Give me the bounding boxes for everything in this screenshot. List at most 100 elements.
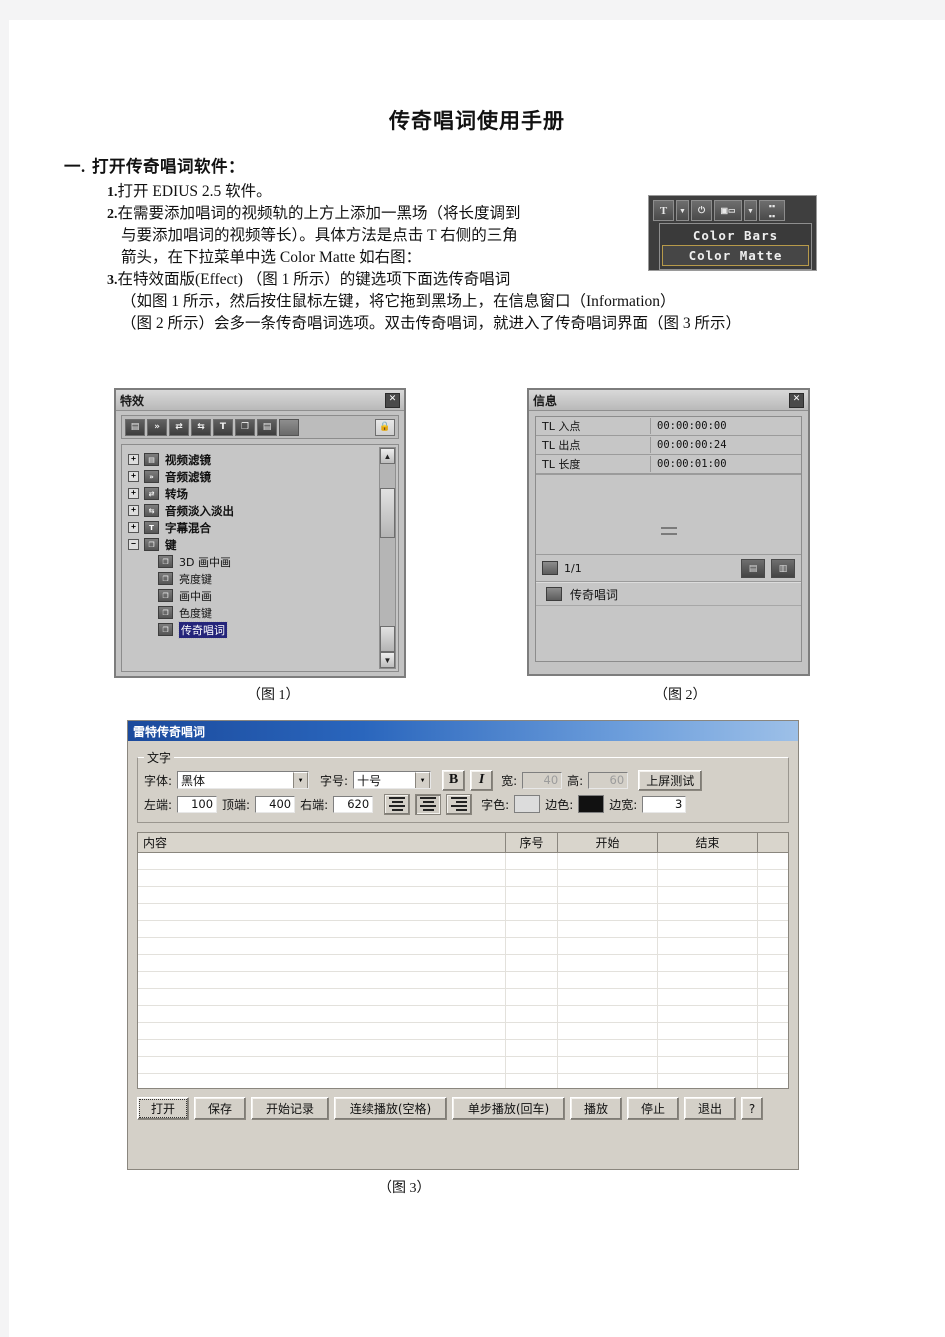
table-cell[interactable]: [506, 989, 558, 1005]
table-cell[interactable]: [558, 1074, 658, 1088]
splitter-handle[interactable]: [660, 527, 677, 535]
table-cell[interactable]: [558, 972, 658, 988]
open-button[interactable]: 打开: [137, 1097, 189, 1120]
table-cell[interactable]: [758, 1023, 788, 1039]
stop-button[interactable]: 停止: [627, 1097, 679, 1120]
scrollbar-thumb-2[interactable]: [380, 626, 395, 652]
table-cell[interactable]: [758, 972, 788, 988]
table-cell[interactable]: [558, 1057, 658, 1073]
table-cell[interactable]: [506, 904, 558, 920]
table-cell[interactable]: [758, 1074, 788, 1088]
table-cell[interactable]: [658, 938, 758, 954]
clip-icon[interactable]: ▤: [257, 418, 277, 436]
transition-icon[interactable]: ⇄: [169, 418, 189, 436]
table-cell[interactable]: [138, 1057, 506, 1073]
table-cell[interactable]: [506, 1006, 558, 1022]
audio-crossfade-icon[interactable]: ⇆: [191, 418, 211, 436]
close-icon[interactable]: ✕: [385, 392, 400, 408]
column-header-content[interactable]: 内容: [138, 833, 506, 852]
table-cell[interactable]: [558, 1023, 658, 1039]
table-row[interactable]: [138, 972, 788, 989]
chevron-down-icon[interactable]: ▼: [293, 772, 309, 788]
lock-icon[interactable]: 🔒: [375, 418, 395, 436]
effect-tree-scrollbar[interactable]: ▲ ▼: [379, 447, 396, 669]
table-cell[interactable]: [138, 887, 506, 903]
mic-icon[interactable]: ⏻: [691, 200, 712, 221]
table-cell[interactable]: [658, 853, 758, 869]
expander-icon[interactable]: +: [128, 488, 139, 499]
edge-width-field[interactable]: 3: [642, 795, 687, 813]
table-cell[interactable]: [138, 972, 506, 988]
tree-node-audio-fade[interactable]: + ⇆ 音频淡入淡出: [128, 502, 398, 519]
table-cell[interactable]: [506, 1023, 558, 1039]
table-cell[interactable]: [758, 989, 788, 1005]
table-cell[interactable]: [558, 904, 658, 920]
table-cell[interactable]: [138, 989, 506, 1005]
italic-button[interactable]: I: [470, 769, 494, 791]
table-cell[interactable]: [658, 904, 758, 920]
column-header-extra[interactable]: [758, 833, 788, 852]
chevron-down-icon[interactable]: ▼: [415, 772, 431, 788]
table-cell[interactable]: [658, 870, 758, 886]
table-cell[interactable]: [658, 1040, 758, 1056]
table-cell[interactable]: [758, 870, 788, 886]
table-cell[interactable]: [138, 1023, 506, 1039]
help-button[interactable]: ?: [741, 1097, 763, 1120]
lyrics-table[interactable]: 内容 序号 开始 结束: [137, 832, 789, 1089]
table-cell[interactable]: [758, 1057, 788, 1073]
continuous-play-button[interactable]: 连续播放(空格): [334, 1097, 447, 1120]
column-header-end[interactable]: 结束: [658, 833, 758, 852]
tree-node-3d-pip[interactable]: ❐ 3D 画中画: [128, 553, 398, 570]
color-dropdown-menu[interactable]: Color Bars Color Matte: [659, 223, 812, 270]
table-cell[interactable]: [558, 1040, 658, 1056]
table-row[interactable]: [138, 887, 788, 904]
table-cell[interactable]: [506, 853, 558, 869]
grid-icon[interactable]: ▪▪ ▪▪: [759, 200, 785, 221]
table-cell[interactable]: [758, 853, 788, 869]
column-header-start[interactable]: 开始: [558, 833, 658, 852]
left-field[interactable]: 100: [177, 795, 218, 813]
table-cell[interactable]: [658, 972, 758, 988]
table-cell[interactable]: [506, 887, 558, 903]
menu-item-color-bars[interactable]: Color Bars: [660, 226, 811, 245]
tree-node-video-filter[interactable]: + ▤ 视频滤镜: [128, 451, 398, 468]
table-cell[interactable]: [658, 1023, 758, 1039]
scroll-down-icon[interactable]: ▼: [380, 652, 395, 668]
size-select[interactable]: 十号 ▼: [353, 771, 432, 789]
table-cell[interactable]: [506, 921, 558, 937]
table-row[interactable]: [138, 870, 788, 887]
title-t-icon[interactable]: T: [653, 200, 674, 221]
text-color-swatch[interactable]: [514, 795, 541, 813]
table-cell[interactable]: [506, 1074, 558, 1088]
chevron-down-icon-2[interactable]: ▼: [744, 200, 757, 221]
table-cell[interactable]: [758, 1006, 788, 1022]
table-row[interactable]: [138, 989, 788, 1006]
blank-icon[interactable]: [279, 418, 299, 436]
table-cell[interactable]: [658, 1057, 758, 1073]
width-field[interactable]: 40: [522, 771, 563, 789]
tree-node-luminance-key[interactable]: ❐ 亮度键: [128, 570, 398, 587]
column-header-index[interactable]: 序号: [506, 833, 558, 852]
table-cell[interactable]: [658, 921, 758, 937]
tree-node-chroma-key[interactable]: ❐ 色度键: [128, 604, 398, 621]
color-matte-icon[interactable]: ▣▭: [714, 200, 742, 221]
top-field[interactable]: 400: [255, 795, 296, 813]
table-cell[interactable]: [658, 989, 758, 1005]
table-cell[interactable]: [506, 870, 558, 886]
table-cell[interactable]: [658, 1006, 758, 1022]
tree-node-transition[interactable]: + ⇄ 转场: [128, 485, 398, 502]
play-button[interactable]: 播放: [570, 1097, 622, 1120]
align-center-icon[interactable]: [415, 793, 442, 815]
close-icon[interactable]: ✕: [789, 392, 804, 408]
table-cell[interactable]: [758, 955, 788, 971]
table-cell[interactable]: [506, 955, 558, 971]
edge-color-swatch[interactable]: [578, 795, 605, 813]
align-left-icon[interactable]: [384, 793, 411, 815]
table-cell[interactable]: [506, 938, 558, 954]
expander-icon[interactable]: +: [128, 522, 139, 533]
save-button[interactable]: 保存: [194, 1097, 246, 1120]
table-cell[interactable]: [658, 955, 758, 971]
expander-icon[interactable]: +: [128, 471, 139, 482]
font-select[interactable]: 黑体 ▼: [177, 771, 310, 789]
table-cell[interactable]: [558, 1006, 658, 1022]
